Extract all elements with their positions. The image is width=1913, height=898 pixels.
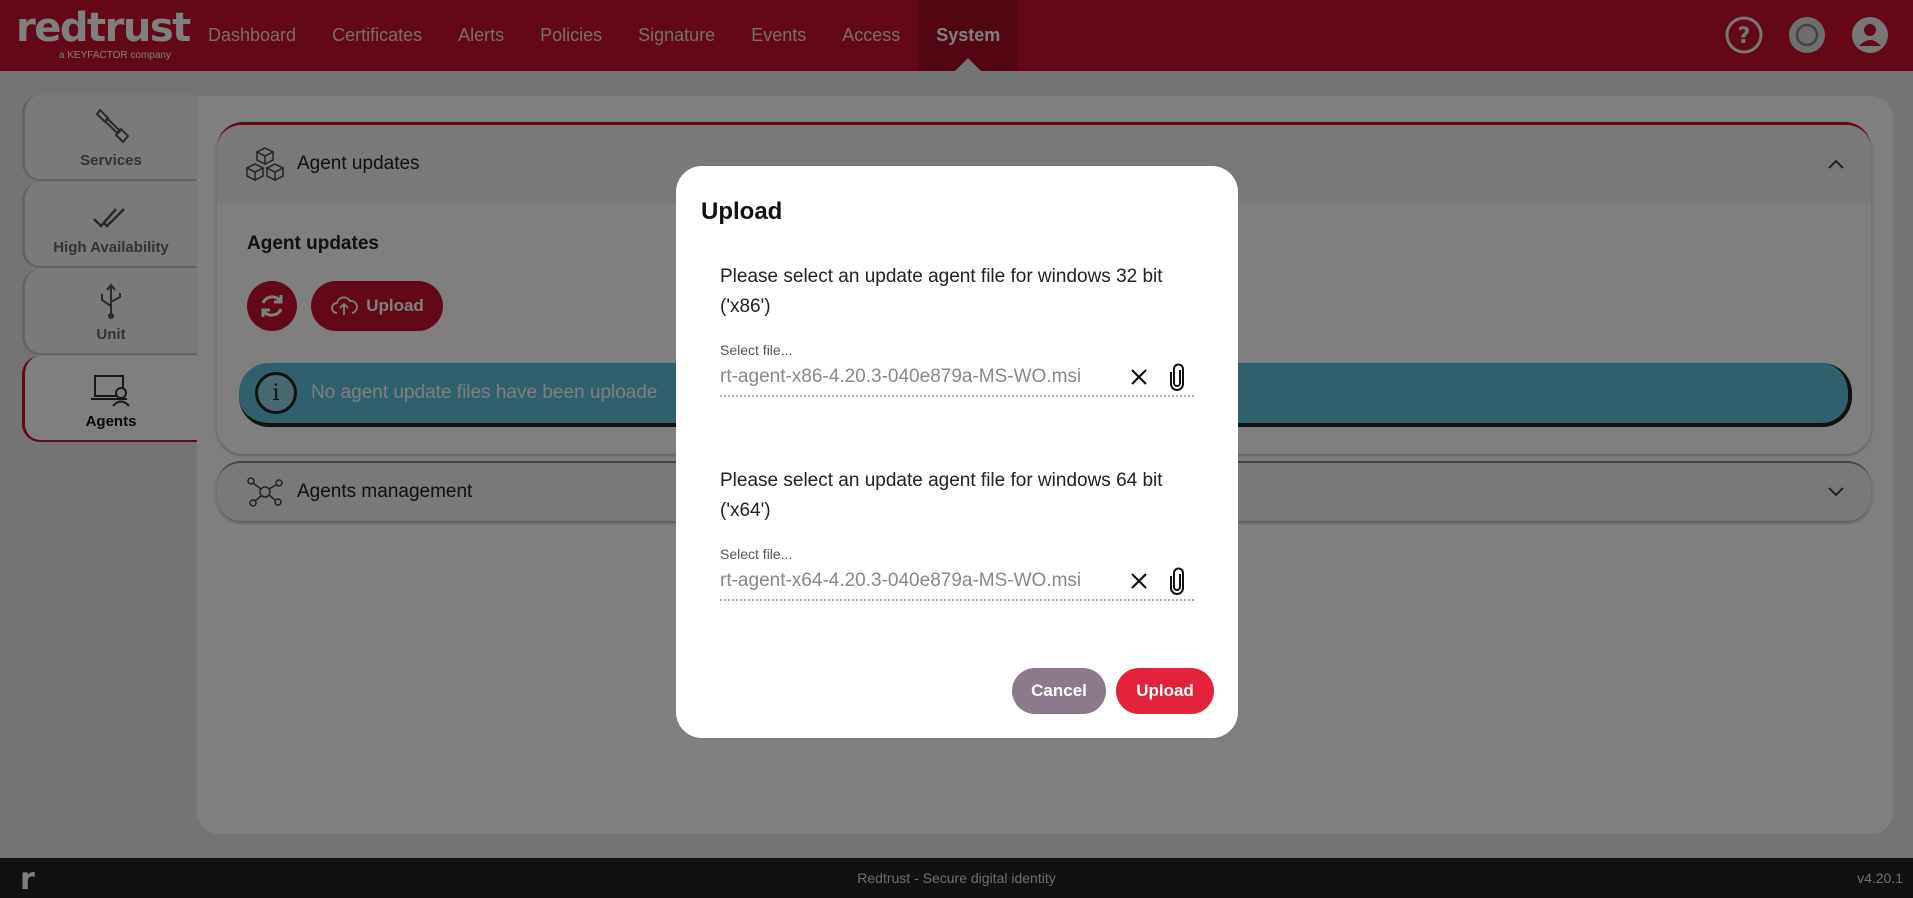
x64-file-input[interactable]: rt-agent-x64-4.20.3-040e879a-MS-WO.msi — [720, 563, 1194, 601]
x86-file-value: rt-agent-x86-4.20.3-040e879a-MS-WO.msi — [720, 366, 1082, 387]
x86-field-label: Please select an update agent file for w… — [720, 266, 1163, 317]
x64-file-value: rt-agent-x64-4.20.3-040e879a-MS-WO.msi — [720, 570, 1082, 591]
x86-file-input[interactable]: rt-agent-x86-4.20.3-040e879a-MS-WO.msi — [720, 359, 1194, 397]
modal-title: Upload — [701, 198, 783, 225]
x86-field-hint: Select file... — [720, 342, 793, 358]
x64-field-label: Please select an update agent file for w… — [720, 470, 1163, 521]
upload-modal: Upload Please select an update agent fil… — [676, 166, 1238, 738]
paperclip-icon[interactable] — [1160, 360, 1194, 394]
cancel-button[interactable]: Cancel — [1012, 668, 1106, 714]
modal-upload-button[interactable]: Upload — [1116, 668, 1214, 714]
x64-field-hint: Select file... — [720, 546, 793, 562]
paperclip-icon[interactable] — [1160, 564, 1194, 598]
close-icon[interactable] — [1122, 360, 1156, 394]
close-icon[interactable] — [1122, 564, 1156, 598]
